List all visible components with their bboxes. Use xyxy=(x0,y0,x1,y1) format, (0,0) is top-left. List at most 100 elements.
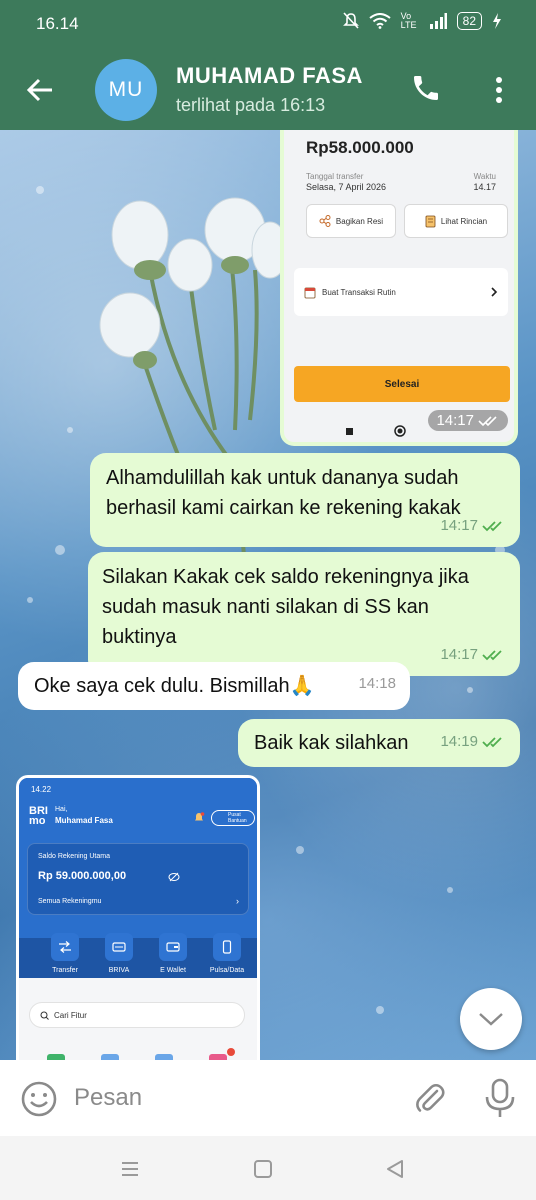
receipt-time-value: 14.17 xyxy=(473,182,496,192)
menu-lines-icon xyxy=(122,1162,138,1176)
double-check-icon xyxy=(482,650,502,661)
more-vertical-icon xyxy=(496,77,502,103)
done-button: Selesai xyxy=(294,366,510,402)
transfer-icon xyxy=(51,933,79,961)
arrow-left-icon xyxy=(26,78,52,102)
volte-label: Vo LTE xyxy=(400,11,417,30)
message-input[interactable] xyxy=(74,1078,394,1118)
recent-apps-button[interactable] xyxy=(115,1154,145,1184)
notification-bell-icon xyxy=(195,812,205,821)
menu-pulsa-data-label: Pulsa/Data xyxy=(209,967,245,974)
emoji-button[interactable] xyxy=(20,1080,58,1118)
view-details-button: Lihat Rincian xyxy=(404,204,508,238)
home-button[interactable] xyxy=(248,1154,278,1184)
menu-ewallet: E Wallet xyxy=(151,933,195,974)
menu-transfer: Transfer xyxy=(43,933,87,974)
bank-logo: BRI mo xyxy=(29,805,48,827)
chevron-right-icon xyxy=(491,287,498,297)
microphone-icon xyxy=(485,1078,515,1117)
message-input-bar xyxy=(0,1060,536,1136)
app-bar: MU MUHAMAD FASA terlihat pada 16:13 xyxy=(0,48,536,130)
receipt-screenshot[interactable]: Rp58.000.000 Tanggal transfer Selasa, 7 … xyxy=(280,130,518,446)
menu-ewallet-label: E Wallet xyxy=(160,967,186,974)
square-icon xyxy=(254,1160,272,1178)
system-navigation-bar xyxy=(0,1136,536,1200)
battery-indicator: 82 xyxy=(456,12,482,30)
mute-icon xyxy=(342,12,359,29)
chat-header: 16.14 Vo LTE 82 MU MUHAMAD FASA terlihat… xyxy=(0,0,536,130)
message-time: 14:17 xyxy=(440,646,478,663)
message-time: 14:17 xyxy=(440,517,478,534)
message-text: Silakan Kakak cek saldo rekeningnya jika… xyxy=(102,566,469,648)
voice-record-button[interactable] xyxy=(480,1076,520,1120)
emoji-icon xyxy=(21,1081,57,1117)
menu-pulsa-data: Pulsa/Data xyxy=(205,933,249,974)
view-details-label: Lihat Rincian xyxy=(440,216,488,226)
receipt-time-label: Waktu xyxy=(473,172,496,181)
message-bubble[interactable]: Baik kak silahkan 14:19 xyxy=(238,719,520,767)
message-meta: 14:19 xyxy=(440,727,506,757)
avatar[interactable]: MU xyxy=(95,59,157,121)
routine-transaction-row: Buat Transaksi Rutin xyxy=(294,268,508,316)
paperclip-icon xyxy=(416,1083,445,1112)
message-time: 14:19 xyxy=(440,733,478,750)
menu-briva: BRIVA xyxy=(97,933,141,974)
eye-off-icon xyxy=(168,872,180,882)
scroll-down-button[interactable] xyxy=(460,988,522,1050)
receipt-date-value: Selasa, 7 April 2026 xyxy=(306,182,387,192)
chevron-down-icon xyxy=(479,1013,503,1026)
share-icon xyxy=(319,215,331,227)
charging-icon xyxy=(493,13,501,29)
search-label: Cari Fitur xyxy=(54,1010,87,1020)
back-button[interactable] xyxy=(22,72,58,108)
status-bar: 16.14 Vo LTE 82 xyxy=(0,0,536,48)
receipt-amount: Rp58.000.000 xyxy=(306,138,414,157)
system-back-button[interactable] xyxy=(380,1154,410,1184)
search-icon xyxy=(40,1011,49,1020)
message-text: Oke saya cek dulu. Bismillah🙏 xyxy=(34,675,315,697)
routine-transaction-label: Buat Transaksi Rutin xyxy=(322,287,396,297)
balance-card: Saldo Rekening Utama Rp 59.000.000,00 Se… xyxy=(27,843,249,915)
balance-label: Saldo Rekening Utama xyxy=(38,853,110,860)
message-time: 14:18 xyxy=(358,675,396,692)
chevron-right-icon: › xyxy=(236,896,239,906)
message-meta: 14:17 xyxy=(440,640,506,670)
receipt-date-label: Tanggal transfer xyxy=(306,172,364,181)
signal-icon xyxy=(429,13,447,29)
image-timestamp: 14:17 xyxy=(428,410,508,431)
share-receipt-label: Bagikan Resi xyxy=(335,216,384,226)
bank-greeting: Hai, xyxy=(55,806,68,813)
feature-search-bar: Cari Fitur xyxy=(29,1002,245,1028)
menu-briva-label: BRIVA xyxy=(108,967,130,974)
double-check-icon xyxy=(478,415,497,426)
bank-app-screenshot[interactable]: 14.22 BRI mo Hai, Muhamad Fasa Pusat Ban… xyxy=(16,775,260,1060)
menu-transfer-label: Transfer xyxy=(52,967,78,974)
status-icons: Vo LTE 82 xyxy=(342,11,502,30)
wallet-icon xyxy=(159,933,187,961)
message-bubble[interactable]: Silakan Kakak cek saldo rekeningnya jika… xyxy=(88,552,520,676)
message-bubble[interactable]: Alhamdulillah kak untuk dananya sudah be… xyxy=(90,453,520,547)
last-seen-status: terlihat pada 16:13 xyxy=(176,95,326,115)
bank-lower-section: Cari Fitur xyxy=(19,978,257,1060)
triangle-back-icon xyxy=(387,1160,403,1178)
message-meta: 14:18 xyxy=(358,669,396,699)
document-icon xyxy=(425,215,436,227)
image-time-text: 14:17 xyxy=(436,412,474,429)
all-accounts-label: Semua Rekeningmu xyxy=(38,898,102,905)
call-button[interactable] xyxy=(410,72,446,108)
message-bubble[interactable]: Oke saya cek dulu. Bismillah🙏 14:18 xyxy=(18,662,410,710)
wifi-icon xyxy=(369,13,391,29)
status-time: 16.14 xyxy=(36,14,79,33)
phone-device-icon xyxy=(213,933,241,961)
chat-area[interactable]: Rp58.000.000 Tanggal transfer Selasa, 7 … xyxy=(0,130,536,1060)
phone-icon xyxy=(414,76,438,100)
help-center-button: Pusat Bantuan xyxy=(211,810,255,826)
feature-icons-row xyxy=(47,1048,235,1060)
double-check-icon xyxy=(482,737,502,748)
briva-icon xyxy=(105,933,133,961)
more-options-button[interactable] xyxy=(484,72,514,108)
contact-name[interactable]: MUHAMAD FASA xyxy=(176,63,398,89)
attach-button[interactable] xyxy=(410,1078,450,1118)
message-meta: 14:17 xyxy=(440,511,506,541)
bank-user-name: Muhamad Fasa xyxy=(55,816,113,825)
